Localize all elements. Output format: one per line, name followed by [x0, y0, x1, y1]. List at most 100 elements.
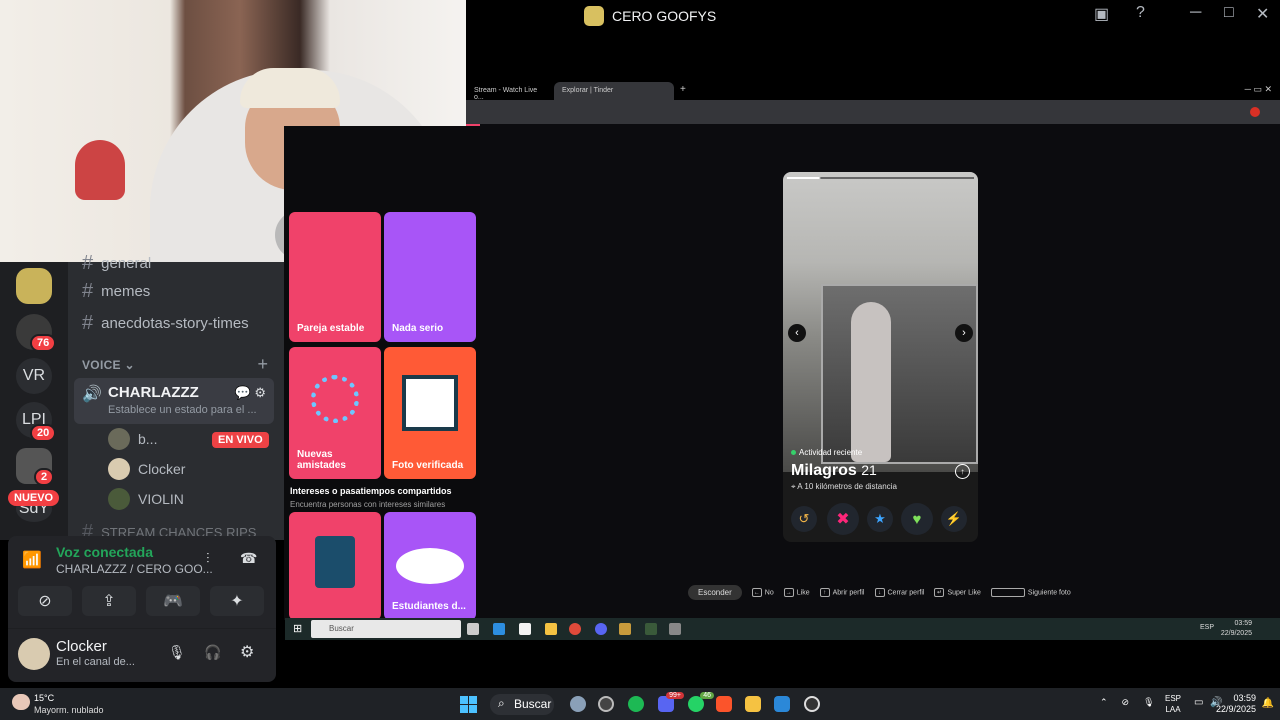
windows-taskbar: 15°C Mayorm. nublado ⌕ Buscar 99+ 46 ⌃ ⊘ …: [0, 688, 1280, 720]
hash-icon: #: [82, 312, 94, 334]
explore-card[interactable]: Nada serio: [384, 212, 476, 342]
rewind-button[interactable]: ↺: [791, 506, 817, 532]
app-icon[interactable]: [645, 623, 657, 635]
streamed-taskbar: ⊞ Buscar ESP 03:59 22/9/2025: [285, 618, 1280, 640]
file-explorer-icon[interactable]: [545, 623, 557, 635]
screen-share-icon[interactable]: ▣: [1094, 4, 1109, 24]
browser-window-controls[interactable]: ─ ▭ ✕: [1245, 84, 1272, 95]
start-button[interactable]: [460, 696, 477, 713]
minimize-button[interactable]: ─: [1190, 4, 1201, 22]
edge-icon[interactable]: [493, 623, 505, 635]
activity-button[interactable]: 🎮: [146, 586, 200, 616]
obs-icon[interactable]: [598, 696, 614, 712]
chevron-up-icon[interactable]: ⌃: [1100, 697, 1108, 708]
voice-member[interactable]: Clocker: [108, 458, 185, 480]
close-button[interactable]: ✕: [1256, 4, 1269, 24]
distance-label: A 10 kilómetros de distancia: [797, 482, 897, 491]
brave-icon[interactable]: [716, 696, 732, 712]
language-indicator[interactable]: ESP: [1200, 624, 1214, 631]
server-icon-vr[interactable]: VR: [16, 358, 52, 394]
browser-address-bar[interactable]: [466, 100, 1280, 124]
taskbar-clock[interactable]: 03:59 22/9/2025: [1216, 693, 1256, 715]
signal-icon[interactable]: 📶: [22, 550, 42, 570]
shortcut-label: No: [764, 588, 774, 596]
help-icon[interactable]: ?: [1136, 4, 1145, 22]
voice-channel-status[interactable]: Establece un estado para el ...: [108, 404, 258, 416]
headphones-icon[interactable]: 🎧: [204, 644, 221, 661]
user-avatar[interactable]: [18, 638, 50, 670]
new-tab-icon[interactable]: +: [680, 84, 686, 95]
hash-icon: #: [82, 280, 94, 302]
profile-photo[interactable]: [783, 172, 978, 472]
network-icon[interactable]: ▭: [1194, 697, 1203, 708]
chrome-icon[interactable]: [569, 623, 581, 635]
explore-card[interactable]: Foto verificada: [384, 347, 476, 479]
like-button[interactable]: ♥: [901, 503, 933, 535]
share-screen-button[interactable]: ⇪: [82, 586, 136, 616]
divider: [8, 628, 276, 629]
section-title: Intereses o pasatiempos compartidos: [290, 486, 452, 496]
channel-anecdotas[interactable]: # anecdotas-story-times: [82, 312, 249, 335]
channel-memes[interactable]: # memes: [82, 280, 150, 303]
task-view-icon[interactable]: [467, 623, 479, 635]
weather-description[interactable]: Mayorm. nublado: [34, 705, 104, 715]
add-channel-icon[interactable]: +: [257, 354, 268, 375]
spotify-icon[interactable]: [628, 696, 644, 712]
store-icon[interactable]: [519, 623, 531, 635]
voice-member[interactable]: VIOLIN: [108, 488, 184, 510]
settings-icon[interactable]: ⚙: [240, 642, 254, 662]
keyboard-shortcuts-bar: Esconder ← No → Like ↑ Abrir perfil ↓ Cerrar…: [688, 584, 1071, 600]
explore-card[interactable]: Pareja estable: [289, 212, 381, 342]
explore-card[interactable]: [289, 512, 381, 620]
streamed-clock[interactable]: 03:59 22/9/2025: [1221, 619, 1252, 639]
disconnect-icon[interactable]: ☎: [240, 550, 257, 567]
channel-label: memes: [101, 283, 151, 300]
microphone-icon[interactable]: 🎙: [168, 644, 186, 661]
language-indicator[interactable]: ESP LAA: [1165, 693, 1181, 715]
profile-card[interactable]: ‹ › Actividad reciente Milagros 21 ⌖ A 1…: [783, 172, 978, 542]
weather-temperature[interactable]: 15°C: [34, 693, 54, 703]
open-profile-icon[interactable]: ↑: [955, 464, 970, 479]
file-explorer-icon[interactable]: [745, 696, 761, 712]
voice-channel-charlazzz[interactable]: 🔊 CHARLAZZZ Establece un estado para el …: [74, 378, 274, 424]
taskbar-search[interactable]: ⌕ Buscar: [490, 694, 554, 715]
voice-member[interactable]: b...: [108, 428, 157, 450]
windows-start-icon[interactable]: ⊞: [293, 622, 302, 635]
discord-icon[interactable]: 99+: [658, 692, 684, 712]
voice-location[interactable]: CHARLAZZZ / CERO GOO...: [56, 562, 213, 576]
next-photo-icon[interactable]: ›: [955, 324, 973, 342]
tab-stream[interactable]: Stream - Watch Live o...: [466, 82, 552, 101]
discord-icon[interactable]: [595, 623, 607, 635]
streamed-search-box[interactable]: Buscar: [311, 620, 461, 638]
channel-general[interactable]: # general: [82, 252, 151, 275]
server-badge: 2: [34, 468, 55, 486]
camera-off-button[interactable]: ⊘: [18, 586, 72, 616]
settings-icon[interactable]: [669, 623, 681, 635]
microphone-tray-icon[interactable]: 🎙: [1143, 697, 1154, 708]
hide-shortcuts-button[interactable]: Esconder: [688, 584, 742, 600]
network-off-icon[interactable]: ⊘: [1122, 697, 1130, 708]
boost-button[interactable]: ⚡: [941, 506, 967, 532]
settings-gear-icon[interactable]: [570, 696, 586, 712]
soundboard-button[interactable]: ✦: [210, 586, 264, 616]
maximize-button[interactable]: □: [1224, 4, 1234, 22]
explore-card[interactable]: Nuevas amistades: [289, 347, 381, 479]
notifications-icon[interactable]: 🔔: [1262, 698, 1274, 709]
profile-icon[interactable]: [1250, 107, 1260, 117]
previous-photo-icon[interactable]: ‹: [788, 324, 806, 342]
media-player-icon[interactable]: [804, 696, 820, 712]
tab-tinder[interactable]: Explorar | Tinder: [554, 82, 674, 100]
super-like-button[interactable]: ★: [867, 506, 893, 532]
game-icon[interactable]: [619, 623, 631, 635]
channel-actions-icons[interactable]: 💬 ⚙: [235, 385, 266, 401]
whatsapp-icon[interactable]: 46: [688, 692, 714, 712]
photos-icon[interactable]: [774, 696, 790, 712]
user-status: En el canal de...: [56, 656, 135, 668]
nope-button[interactable]: ✖: [827, 503, 859, 535]
noise-suppression-icon[interactable]: ⫶: [206, 550, 210, 567]
weather-icon[interactable]: [12, 694, 30, 710]
start-tile: [460, 705, 468, 713]
server-icon-cero-goofys[interactable]: [16, 268, 52, 304]
explore-card[interactable]: Estudiantes d...: [384, 512, 476, 620]
voice-category-header[interactable]: VOICE ⌄: [82, 358, 135, 372]
